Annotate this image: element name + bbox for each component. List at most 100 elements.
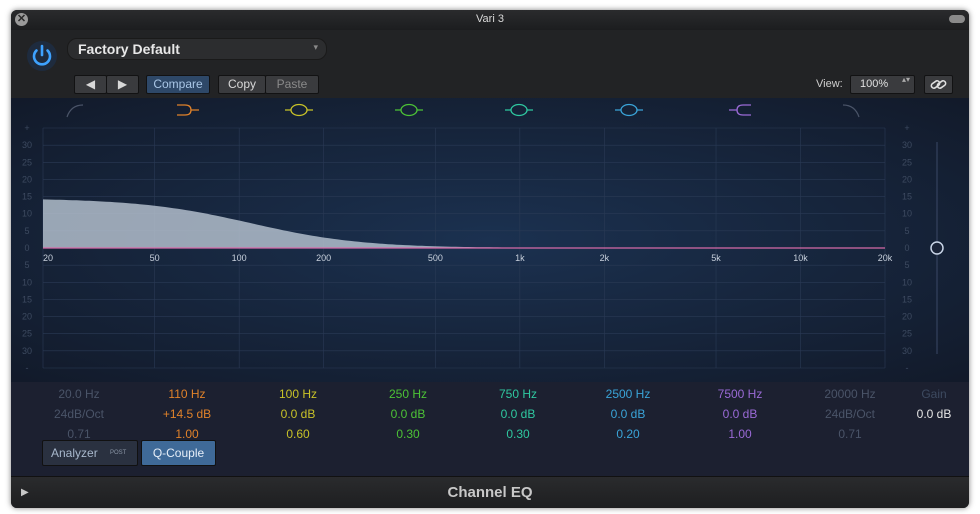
band-8-params: 20000 Hz 24dB/Oct 0.71 [795, 384, 905, 444]
title-bar: ✕ Vari 3 [11, 10, 969, 30]
view-zoom-value: 100% [860, 78, 889, 90]
previous-preset-button[interactable]: ◀ [74, 75, 107, 94]
gain-tick-label: 0 [904, 243, 909, 253]
gain-tick-label: 5 [904, 226, 909, 236]
band-4-params: 250 Hz 0.0 dB 0.30 [353, 384, 463, 444]
gain-tick-label: 10 [902, 209, 912, 219]
freq-label: 200 [316, 253, 331, 263]
band-gain-value[interactable]: 24dB/Oct [24, 404, 134, 424]
power-icon[interactable] [26, 40, 58, 72]
band-gain-value[interactable]: +14.5 dB [132, 404, 242, 424]
band-2-params: 110 Hz +14.5 dB 1.00 [132, 384, 242, 444]
db-tick-label: 10 [22, 277, 32, 287]
band-3-params: 100 Hz 0.0 dB 0.60 [243, 384, 353, 444]
db-tick-label: 0 [24, 243, 29, 253]
gain-label: Gain [921, 387, 947, 401]
band-q-value[interactable]: 0.60 [243, 424, 353, 444]
band-5-params: 750 Hz 0.0 dB 0.30 [463, 384, 573, 444]
band-q-value[interactable]: 0.30 [353, 424, 463, 444]
band-gain-value[interactable]: 0.0 dB [573, 404, 683, 424]
band-gain-value[interactable]: 24dB/Oct [795, 404, 905, 424]
gain-params: Gain 0.0 dB [904, 384, 964, 424]
toolbar-toggle-button[interactable] [949, 15, 965, 23]
gain-tick-label: 20 [902, 312, 912, 322]
chevron-down-icon: ▾ [313, 42, 318, 52]
view-label: View: [816, 78, 843, 90]
gain-tick-label: 15 [902, 294, 912, 304]
freq-label: 500 [428, 253, 443, 263]
gain-tick-label: - [906, 363, 909, 373]
band-freq-value[interactable]: 7500 Hz [685, 384, 795, 404]
copy-button[interactable]: Copy [218, 75, 266, 94]
analyzer-label: Analyzer [51, 446, 98, 460]
gain-tick-label: + [904, 123, 909, 133]
stepper-arrows-icon: ▴▾ [901, 75, 910, 84]
db-tick-label: 5 [24, 260, 29, 270]
next-preset-button[interactable]: ▶ [106, 75, 139, 94]
band-7-params: 7500 Hz 0.0 dB 1.00 [685, 384, 795, 444]
analyzer-button[interactable]: Analyzer POST [42, 440, 138, 466]
band-q-value[interactable]: 1.00 [685, 424, 795, 444]
db-tick-label: 5 [24, 226, 29, 236]
freq-label: 20k [878, 253, 893, 263]
band-gain-value[interactable]: 0.0 dB [353, 404, 463, 424]
freq-label: 10k [793, 253, 808, 263]
db-tick-label: 15 [22, 294, 32, 304]
band-gain-value[interactable]: 0.0 dB [685, 404, 795, 424]
band-parameters: 20.0 Hz 24dB/Oct 0.71 110 Hz +14.5 dB 1.00 100… [11, 382, 969, 442]
gain-tick-label: 10 [902, 277, 912, 287]
gain-tick-label: 25 [902, 157, 912, 167]
band-freq-value[interactable]: 2500 Hz [573, 384, 683, 404]
db-tick-label: 30 [22, 346, 32, 356]
freq-label: 2k [600, 253, 610, 263]
db-tick-label: 25 [22, 157, 32, 167]
band-freq-value[interactable]: 20.0 Hz [24, 384, 134, 404]
band-q-value[interactable]: 0.20 [573, 424, 683, 444]
band-freq-value[interactable]: 100 Hz [243, 384, 353, 404]
freq-label: 100 [232, 253, 247, 263]
plugin-header: Factory Default ▾ ◀ ▶ Compare Copy Paste… [11, 30, 969, 98]
q-couple-button[interactable]: Q-Couple [141, 440, 216, 466]
db-tick-label: 10 [22, 209, 32, 219]
band-q-value[interactable]: 0.71 [795, 424, 905, 444]
eq-graph[interactable]: +30252015105051015202530-20 50 100 200 500 1k… [11, 98, 969, 382]
gain-tick-label: 30 [902, 140, 912, 150]
freq-label: 50 [150, 253, 160, 263]
band-gain-value[interactable]: 0.0 dB [243, 404, 353, 424]
gain-value[interactable]: 0.0 dB [904, 404, 964, 424]
band-gain-value[interactable]: 0.0 dB [463, 404, 573, 424]
gain-tick-label: 20 [902, 174, 912, 184]
gain-slider-handle[interactable] [930, 241, 944, 255]
db-tick-label: 15 [22, 192, 32, 202]
compare-button[interactable]: Compare [146, 75, 210, 94]
db-tick-label: 20 [22, 312, 32, 322]
db-tick-label: 30 [22, 140, 32, 150]
band-6-params: 2500 Hz 0.0 dB 0.20 [573, 384, 683, 444]
band-freq-value[interactable]: 20000 Hz [795, 384, 905, 404]
link-icon[interactable] [924, 75, 953, 94]
gain-tick-label: 25 [902, 329, 912, 339]
db-tick-label: - [26, 363, 29, 373]
analyzer-post-label: POST [110, 450, 127, 456]
freq-label: 5k [711, 253, 721, 263]
band-freq-value[interactable]: 750 Hz [463, 384, 573, 404]
band-freq-value[interactable]: 250 Hz [353, 384, 463, 404]
gain-tick-label: 30 [902, 346, 912, 356]
freq-label: 1k [515, 253, 525, 263]
preset-name: Factory Default [78, 41, 180, 57]
freq-label: 20 [43, 253, 53, 263]
paste-button[interactable]: Paste [265, 75, 319, 94]
band-1-params: 20.0 Hz 24dB/Oct 0.71 [24, 384, 134, 444]
db-tick-label: 25 [22, 329, 32, 339]
view-zoom-select[interactable]: 100% ▴▾ [850, 75, 915, 94]
gain-tick-label: 15 [902, 192, 912, 202]
db-tick-label: + [24, 123, 29, 133]
plugin-name: Channel EQ [447, 484, 533, 501]
window-title: Vari 3 [476, 13, 504, 25]
preset-menu[interactable]: Factory Default ▾ [67, 38, 327, 60]
plugin-window: ✕ Vari 3 Factory Default ▾ ◀ ▶ Compare C… [11, 10, 969, 508]
gain-tick-label: 5 [904, 260, 909, 270]
db-tick-label: 20 [22, 174, 32, 184]
band-q-value[interactable]: 0.30 [463, 424, 573, 444]
band-freq-value[interactable]: 110 Hz [132, 384, 242, 404]
